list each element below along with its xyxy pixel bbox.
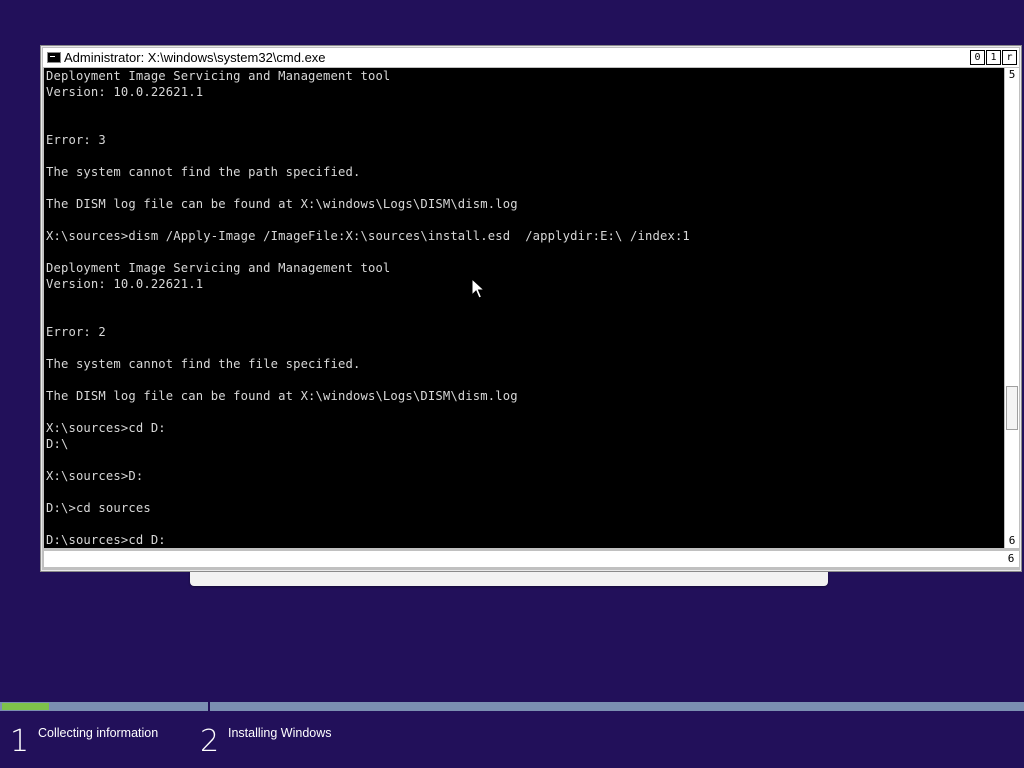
maximize-button[interactable]: 1 <box>986 50 1001 65</box>
step-installing-windows: 2 Installing Windows <box>200 722 332 762</box>
setup-dialog-edge <box>190 570 828 586</box>
title-bar[interactable]: Administrator: X:\windows\system32\cmd.e… <box>43 48 1019 67</box>
scroll-thumb[interactable] <box>1006 386 1018 430</box>
console-line: Deployment Image Servicing and Managemen… <box>46 69 391 83</box>
console-line: Version: 10.0.22621.1 <box>46 277 204 291</box>
console-line: Error: 3 <box>46 133 106 147</box>
step-collecting-information: 1 Collecting information <box>10 722 158 762</box>
console-line: X:\sources>D: <box>46 469 144 483</box>
progress-fill <box>2 703 49 710</box>
setup-progress-bar <box>0 702 1024 711</box>
console-line: D:\>cd sources <box>46 501 151 515</box>
mouse-pointer-icon <box>471 278 485 299</box>
console-line: The system cannot find the file specifie… <box>46 357 361 371</box>
close-button[interactable]: r <box>1002 50 1017 65</box>
console-line: Error: 2 <box>46 325 106 339</box>
console-line: The system cannot find the path specifie… <box>46 165 361 179</box>
console-line: D:\ <box>46 437 69 451</box>
scroll-right-arrow[interactable]: 6 <box>1004 552 1018 566</box>
console-line: Deployment Image Servicing and Managemen… <box>46 261 391 275</box>
vertical-scrollbar[interactable]: 5 6 <box>1004 68 1019 548</box>
step-label: Installing Windows <box>228 726 332 740</box>
step-number: 1 <box>10 724 30 759</box>
console-line: Version: 10.0.22621.1 <box>46 85 204 99</box>
window-controls: 0 1 r <box>970 50 1017 65</box>
step-number: 2 <box>200 724 220 759</box>
console-line: X:\sources>cd D: <box>46 421 166 435</box>
window-title: Administrator: X:\windows\system32\cmd.e… <box>64 50 326 65</box>
step-label: Collecting information <box>38 726 159 740</box>
cmd-window[interactable]: Administrator: X:\windows\system32\cmd.e… <box>41 46 1021 571</box>
console-line: The DISM log file can be found at X:\win… <box>46 197 518 211</box>
console-line: The DISM log file can be found at X:\win… <box>46 389 518 403</box>
console-line: D:\sources>cd D: <box>46 533 166 547</box>
scroll-down-arrow[interactable]: 6 <box>1005 534 1019 548</box>
progress-divider <box>208 702 210 711</box>
horizontal-scrollbar[interactable]: 6 <box>44 550 1019 567</box>
console-line: X:\sources>dism /Apply-Image /ImageFile:… <box>46 229 690 243</box>
scroll-up-arrow[interactable]: 5 <box>1005 68 1019 82</box>
cmd-icon[interactable] <box>47 52 61 63</box>
console-output[interactable]: Deployment Image Servicing and Managemen… <box>44 68 1004 548</box>
minimize-button[interactable]: 0 <box>970 50 985 65</box>
